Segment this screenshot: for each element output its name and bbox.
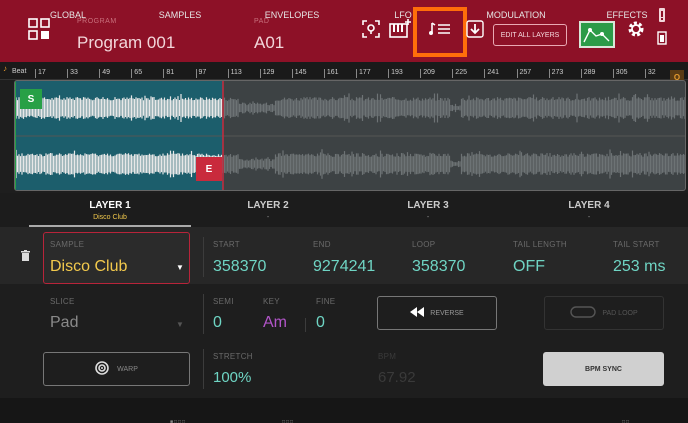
- ruler-tick: 305: [612, 69, 628, 78]
- sample-label: SAMPLE: [50, 240, 85, 249]
- layer-1-name: LAYER 1: [89, 200, 131, 211]
- tab-modulation[interactable]: MODULATION: [461, 10, 571, 20]
- end-marker[interactable]: E: [196, 157, 222, 181]
- layer-2-name: LAYER 2: [247, 200, 289, 211]
- reverse-button[interactable]: REVERSE: [377, 296, 497, 330]
- tail-start-label: TAIL START: [613, 240, 660, 249]
- warp-label: WARP: [117, 365, 138, 373]
- loop-icon: [570, 306, 597, 320]
- reverse-label: REVERSE: [430, 309, 464, 317]
- waveform-display[interactable]: [14, 80, 686, 191]
- tab-layer-1[interactable]: LAYER 1 Disco Club: [30, 193, 190, 227]
- divider: [203, 349, 204, 389]
- reverse-icon: [410, 307, 425, 319]
- ruler-tick: 161: [323, 69, 339, 78]
- ruler-tick: 257: [516, 69, 532, 78]
- end-value[interactable]: 9274241: [313, 258, 375, 276]
- semi-value[interactable]: 0: [213, 314, 222, 332]
- envelope-icon[interactable]: [579, 21, 615, 48]
- ruler-tick: 193: [388, 69, 403, 78]
- stretch-value[interactable]: 100%: [213, 369, 251, 386]
- slice-chevron-down-icon: ▼: [176, 320, 184, 329]
- ruler-tick: 49: [99, 69, 110, 78]
- program-name[interactable]: Program 001: [77, 33, 175, 53]
- ruler-tick: 32: [644, 69, 656, 78]
- ruler-tick: 129: [259, 69, 275, 78]
- slice-value[interactable]: Pad: [50, 314, 78, 332]
- fine-value[interactable]: 0: [316, 314, 325, 332]
- trash-icon[interactable]: [21, 250, 30, 264]
- pad-name[interactable]: A01: [254, 33, 284, 53]
- pad-loop-button[interactable]: PAD LOOP: [544, 296, 664, 330]
- page-dots-effects: □□: [622, 419, 631, 423]
- warp-button[interactable]: WARP: [43, 352, 190, 386]
- sample-value: Disco Club: [50, 258, 128, 275]
- key-label: KEY: [263, 297, 280, 306]
- ruler-tick: 33: [67, 69, 78, 78]
- page-dots-envelopes: □□□: [282, 419, 295, 423]
- layer-3-sample: -: [426, 214, 430, 221]
- start-marker[interactable]: S: [20, 89, 42, 109]
- edit-all-layers-button[interactable]: EDIT ALL LAYERS: [493, 24, 567, 46]
- chevron-down-icon: ▼: [176, 263, 184, 272]
- tail-length-value[interactable]: OFF: [513, 258, 545, 276]
- beat-ruler[interactable]: ♪ Beat 17 33 49 65 81 97 113 129 145 161 177 193 209…: [0, 62, 688, 80]
- warp-icon: [95, 361, 109, 377]
- beat-flag-icon: ♪: [3, 64, 7, 73]
- loop-label: LOOP: [412, 240, 436, 249]
- bpm-label: BPM: [378, 352, 397, 361]
- bottom-tab-bar: [0, 398, 688, 423]
- layer-tabs: LAYER 1 Disco Club LAYER 2 - LAYER 3 - L…: [0, 193, 688, 227]
- layer-2-sample: -: [266, 214, 270, 221]
- tab-lfo[interactable]: LFO: [348, 10, 458, 20]
- tab-envelopes[interactable]: ENVELOPES: [237, 10, 347, 20]
- beat-label: Beat: [12, 68, 27, 75]
- slice-label: SLICE: [50, 297, 75, 306]
- ruler-tick: 81: [163, 69, 175, 78]
- start-value[interactable]: 358370: [213, 258, 266, 276]
- page-dots-samples: ■□□□: [170, 419, 187, 423]
- tab-effects[interactable]: EFFECTS: [572, 10, 682, 20]
- tab-layer-4[interactable]: LAYER 4 -: [509, 193, 669, 227]
- ruler-tick: 17: [35, 69, 46, 78]
- ruler-tick: 209: [420, 69, 435, 78]
- start-label: START: [213, 240, 240, 249]
- layer-3-name: LAYER 3: [407, 200, 449, 211]
- ruler-tick: 177: [356, 69, 371, 78]
- divider: [203, 237, 204, 277]
- ruler-tick: 145: [291, 69, 307, 78]
- tail-start-value[interactable]: 253 ms: [613, 258, 665, 276]
- ruler-tick: 113: [227, 69, 242, 78]
- semi-label: SEMI: [213, 297, 234, 306]
- pad-loop-label: PAD LOOP: [602, 309, 638, 317]
- tab-samples[interactable]: SAMPLES: [125, 10, 235, 20]
- layer-4-name: LAYER 4: [568, 200, 610, 211]
- grid-menu-icon[interactable]: [28, 18, 50, 40]
- ruler-tick: 97: [195, 69, 207, 78]
- fine-label: FINE: [316, 297, 336, 306]
- key-value[interactable]: Am: [263, 314, 287, 332]
- ruler-tick: 241: [484, 69, 500, 78]
- divider: [203, 294, 204, 334]
- ruler-tick: 65: [131, 69, 143, 78]
- layer-1-sample: Disco Club: [93, 214, 127, 221]
- loop-value[interactable]: 358370: [412, 258, 465, 276]
- divider: [305, 318, 306, 332]
- tab-layer-3[interactable]: LAYER 3 -: [348, 193, 508, 227]
- stretch-label: STRETCH: [213, 352, 253, 361]
- tab-global[interactable]: GLOBAL: [13, 10, 123, 20]
- end-label: END: [313, 240, 331, 249]
- ruler-tick: 273: [548, 69, 564, 78]
- layer-4-sample: -: [587, 214, 591, 221]
- tab-layer-2[interactable]: LAYER 2 -: [188, 193, 348, 227]
- ruler-tick: 225: [452, 69, 467, 78]
- bpm-sync-button[interactable]: BPM SYNC: [543, 352, 664, 386]
- tail-length-label: TAIL LENGTH: [513, 240, 567, 249]
- ruler-tick: 289: [580, 69, 596, 78]
- bpm-value: 67.92: [378, 369, 416, 386]
